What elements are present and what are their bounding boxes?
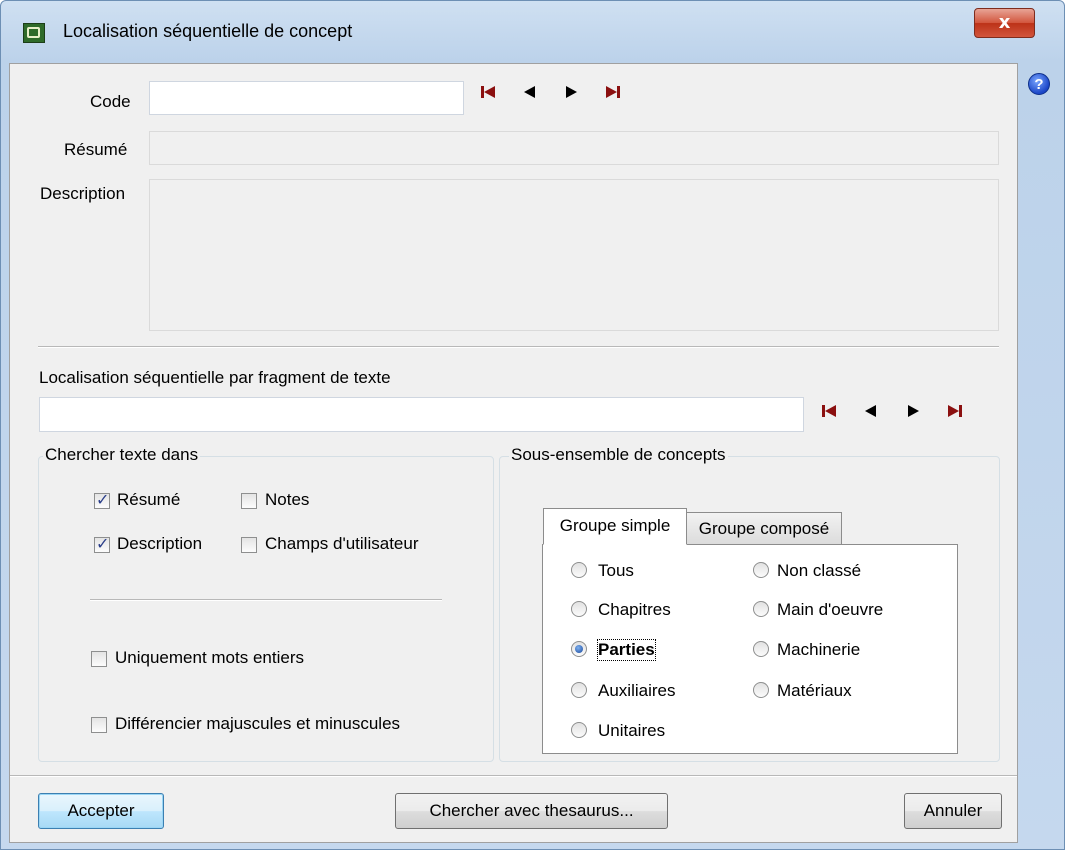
radio-unitaires-label[interactable]: Unitaires <box>598 721 665 741</box>
radio-materiaux-label[interactable]: Matériaux <box>777 681 852 701</box>
match-case-checkbox[interactable] <box>91 717 107 733</box>
notes-checkbox[interactable] <box>241 493 257 509</box>
radio-non-classe-label[interactable]: Non classé <box>777 561 861 581</box>
search-in-separator <box>90 599 442 601</box>
radio-materiaux[interactable] <box>753 682 769 698</box>
first-record-icon[interactable] <box>478 84 500 100</box>
separator <box>38 346 999 348</box>
next-record-icon[interactable] <box>561 84 583 100</box>
radio-parties[interactable] <box>571 641 587 657</box>
match-case-label[interactable]: Différencier majuscules et minuscules <box>115 714 400 734</box>
window-title: Localisation séquentielle de concept <box>63 21 353 41</box>
title-bar[interactable]: Localisation séquentielle de concept x <box>1 1 1064 63</box>
radio-main-oeuvre[interactable] <box>753 601 769 617</box>
whole-words-label[interactable]: Uniquement mots entiers <box>115 648 304 668</box>
radio-tous-label[interactable]: Tous <box>598 561 634 581</box>
last-record-icon[interactable] <box>602 84 624 100</box>
radio-parties-label[interactable]: Parties <box>597 639 656 661</box>
description-checkbox[interactable] <box>94 534 110 553</box>
subset-title: Sous-ensemble de concepts <box>509 445 728 465</box>
fragment-next-icon[interactable] <box>903 403 925 419</box>
thesaurus-button[interactable]: Chercher avec thesaurus... <box>395 793 668 829</box>
resume-field <box>149 131 999 165</box>
radio-chapitres[interactable] <box>571 601 587 617</box>
code-label: Code <box>90 92 131 111</box>
accept-button[interactable]: Accepter <box>38 793 164 829</box>
notes-checkbox-label[interactable]: Notes <box>265 490 309 510</box>
previous-record-icon[interactable] <box>520 84 542 100</box>
dialog-window: Localisation séquentielle de concept x ?… <box>0 0 1065 850</box>
code-input[interactable] <box>149 81 464 115</box>
fragment-input[interactable] <box>39 397 804 432</box>
radio-non-classe[interactable] <box>753 562 769 578</box>
tab-groupe-simple[interactable]: Groupe simple <box>543 508 687 545</box>
radio-machinerie-label[interactable]: Machinerie <box>777 640 860 660</box>
resume-checkbox-label[interactable]: Résumé <box>117 490 180 510</box>
radio-machinerie[interactable] <box>753 641 769 657</box>
whole-words-checkbox[interactable] <box>91 651 107 667</box>
footer-separator <box>10 775 1017 777</box>
radio-main-oeuvre-label[interactable]: Main d'oeuvre <box>777 600 883 620</box>
radio-auxiliaires[interactable] <box>571 682 587 698</box>
radio-tous[interactable] <box>571 562 587 578</box>
search-in-title: Chercher texte dans <box>43 445 201 465</box>
fragment-previous-icon[interactable] <box>861 403 883 419</box>
description-label: Description <box>40 184 126 203</box>
tab-groupe-compose[interactable]: Groupe composé <box>686 512 842 545</box>
user-fields-checkbox-label[interactable]: Champs d'utilisateur <box>265 534 418 554</box>
fragment-first-icon[interactable] <box>819 403 841 419</box>
resume-label: Résumé <box>64 140 128 159</box>
user-fields-checkbox[interactable] <box>241 537 257 553</box>
fragment-last-icon[interactable] <box>944 403 966 419</box>
cancel-button[interactable]: Annuler <box>904 793 1002 829</box>
app-icon <box>23 23 45 43</box>
fragment-label: Localisation séquentielle par fragment d… <box>39 368 391 387</box>
resume-checkbox[interactable] <box>94 490 110 509</box>
close-button[interactable]: x <box>974 8 1035 38</box>
description-checkbox-label[interactable]: Description <box>117 534 202 554</box>
radio-auxiliaires-label[interactable]: Auxiliaires <box>598 681 675 701</box>
description-field <box>149 179 999 331</box>
help-icon[interactable]: ? <box>1028 73 1050 95</box>
radio-unitaires[interactable] <box>571 722 587 738</box>
radio-chapitres-label[interactable]: Chapitres <box>598 600 671 620</box>
